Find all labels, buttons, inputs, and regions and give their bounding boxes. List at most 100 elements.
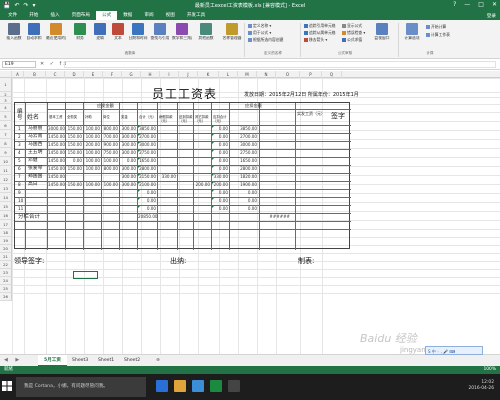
column-header-e[interactable]: E	[84, 71, 103, 78]
row-header-3[interactable]: 3	[0, 97, 12, 104]
tab-page-layout[interactable]: 页面布局	[66, 11, 96, 20]
row-header-18[interactable]: 18	[0, 229, 12, 237]
sheet-tab-sheet3[interactable]: Sheet3	[66, 355, 94, 366]
ribbon-button-7[interactable]: 日期和时间	[128, 23, 148, 49]
column-header-q[interactable]: Q	[322, 71, 342, 78]
row-header-14[interactable]: 14	[0, 193, 12, 202]
cortana-search-box[interactable]: 我是 Cortana，小娜。有问题尽管问我。	[16, 377, 146, 397]
define-name-button[interactable]: 定义名称 ▾	[248, 23, 271, 29]
ribbon-button-9[interactable]: 数学和三角函数	[172, 23, 192, 49]
add-sheet-icon[interactable]: ⊕	[150, 355, 166, 366]
row-header-13[interactable]: 13	[0, 184, 12, 193]
help-icon[interactable]: ?	[453, 1, 456, 8]
error-checking-button[interactable]: 错误检查 ▾	[342, 30, 365, 36]
ribbon-button-4[interactable]: 财务	[70, 23, 90, 49]
row-header-24[interactable]: 24	[0, 277, 12, 285]
calc-sheet-button[interactable]: 计算工作表	[426, 32, 450, 38]
column-header-p[interactable]: P	[300, 71, 322, 78]
row-header-6[interactable]: 6	[0, 121, 12, 130]
column-header-i[interactable]: I	[160, 71, 179, 78]
ribbon-button-11[interactable]: 名称管理器	[222, 23, 242, 49]
sheet-tab-may-salary[interactable]: 5月工资	[38, 355, 67, 366]
maximize-button[interactable]: □	[478, 1, 484, 8]
ribbon-button-1[interactable]: 插入函数	[4, 23, 24, 49]
ribbon-button-3[interactable]: 最近使用的函数	[46, 23, 66, 49]
row-header-16[interactable]: 16	[0, 211, 12, 220]
row-header-15[interactable]: 15	[0, 202, 12, 211]
column-header-b[interactable]: B	[24, 71, 46, 78]
tab-developer[interactable]: 开发工具	[181, 11, 211, 20]
row-header-25[interactable]: 25	[0, 285, 12, 293]
column-header-f[interactable]: F	[103, 71, 122, 78]
column-header-a[interactable]: A	[12, 71, 24, 78]
row-header-19[interactable]: 19	[0, 237, 12, 245]
column-header-d[interactable]: D	[65, 71, 84, 78]
create-from-selection-button[interactable]: 根据所选内容创建	[248, 37, 283, 43]
remove-arrows-button[interactable]: 移去箭头 ▾	[304, 37, 327, 43]
row-header-11[interactable]: 11	[0, 166, 12, 175]
taskbar-app-icon[interactable]	[210, 380, 222, 392]
zoom-level[interactable]: 100%	[483, 366, 496, 374]
taskbar-app-icon[interactable]	[228, 380, 240, 392]
sheet-tab-sheet1[interactable]: Sheet1	[92, 355, 120, 366]
select-all-corner[interactable]	[0, 71, 12, 78]
row-header-22[interactable]: 22	[0, 261, 12, 269]
row-header-7[interactable]: 7	[0, 130, 12, 139]
row-header-12[interactable]: 12	[0, 175, 12, 184]
column-header-m[interactable]: M	[238, 71, 257, 78]
tab-data[interactable]: 数据	[117, 11, 138, 20]
row-header-8[interactable]: 8	[0, 139, 12, 148]
tab-formulas[interactable]: 公式	[96, 11, 118, 20]
ribbon-button-6[interactable]: 文本	[108, 23, 128, 49]
close-button[interactable]: ✕	[492, 1, 497, 8]
windows-start-icon[interactable]	[2, 381, 12, 391]
trace-dependents-button[interactable]: 追踪从属单元格	[304, 30, 336, 36]
column-header-c[interactable]: C	[46, 71, 65, 78]
tab-insert[interactable]: 插入	[44, 11, 65, 20]
tab-home[interactable]: 开始	[23, 11, 44, 20]
tab-view[interactable]: 视图	[160, 11, 181, 20]
use-in-formula-button[interactable]: 用于公式 ▾	[248, 30, 271, 36]
column-header-g[interactable]: G	[122, 71, 141, 78]
row-header-20[interactable]: 20	[0, 245, 12, 253]
row-header-26[interactable]: 26	[0, 293, 12, 301]
ribbon-button-8[interactable]: 查找与引用	[150, 23, 170, 49]
ribbon-button-10[interactable]: 其他函数	[196, 23, 216, 49]
column-header-n[interactable]: N	[257, 71, 276, 78]
sheet-tab-sheet2[interactable]: Sheet2	[118, 355, 146, 366]
clock-date[interactable]: 2016-04-26	[468, 386, 494, 392]
selected-cell[interactable]	[73, 271, 98, 279]
column-header-h[interactable]: H	[141, 71, 160, 78]
ime-toolbar[interactable]: S 中 ◦ , 🎤 ⌨	[425, 346, 483, 355]
show-formulas-button[interactable]: 显示公式	[342, 23, 362, 29]
row-header-23[interactable]: 23	[0, 269, 12, 277]
ribbon-button-5[interactable]: 逻辑	[90, 23, 110, 49]
row-header-5[interactable]: 5	[0, 112, 12, 121]
row-header-17[interactable]: 17	[0, 220, 12, 229]
taskbar-app-icon[interactable]	[192, 380, 204, 392]
ribbon-button-2[interactable]: 自动求和	[24, 23, 44, 49]
trace-precedents-button[interactable]: 追踪引用单元格	[304, 23, 336, 29]
tab-file[interactable]: 文件	[2, 11, 23, 20]
row-header-9[interactable]: 9	[0, 148, 12, 157]
row-header-21[interactable]: 21	[0, 253, 12, 261]
row-header-10[interactable]: 10	[0, 157, 12, 166]
evaluate-formula-button[interactable]: 公式求值	[342, 37, 362, 43]
formula-input[interactable]	[64, 61, 496, 68]
column-header-o[interactable]: O	[276, 71, 300, 78]
sheet-nav-arrows[interactable]: ◀ ▶	[4, 357, 22, 363]
tab-review[interactable]: 审阅	[138, 11, 159, 20]
taskbar-app-icon[interactable]	[174, 380, 186, 392]
row-header-1[interactable]: 1	[0, 78, 12, 92]
row-header-4[interactable]: 4	[0, 104, 12, 112]
column-header-l[interactable]: L	[219, 71, 238, 78]
sheet-area[interactable]: 员工工资表 发放日期：2015年2月12日 所属年份：2015年1月 编号 姓名 应…	[12, 78, 500, 354]
name-box[interactable]: E19	[2, 61, 36, 68]
calc-options-button[interactable]: 计算选项	[402, 23, 422, 49]
column-header-j[interactable]: J	[179, 71, 198, 78]
column-header-k[interactable]: K	[198, 71, 219, 78]
taskbar-app-icon[interactable]	[156, 380, 168, 392]
login-link[interactable]: 登录	[487, 13, 500, 19]
watch-window-button[interactable]: 监视窗口	[372, 23, 392, 49]
minimize-button[interactable]: —	[464, 1, 470, 8]
